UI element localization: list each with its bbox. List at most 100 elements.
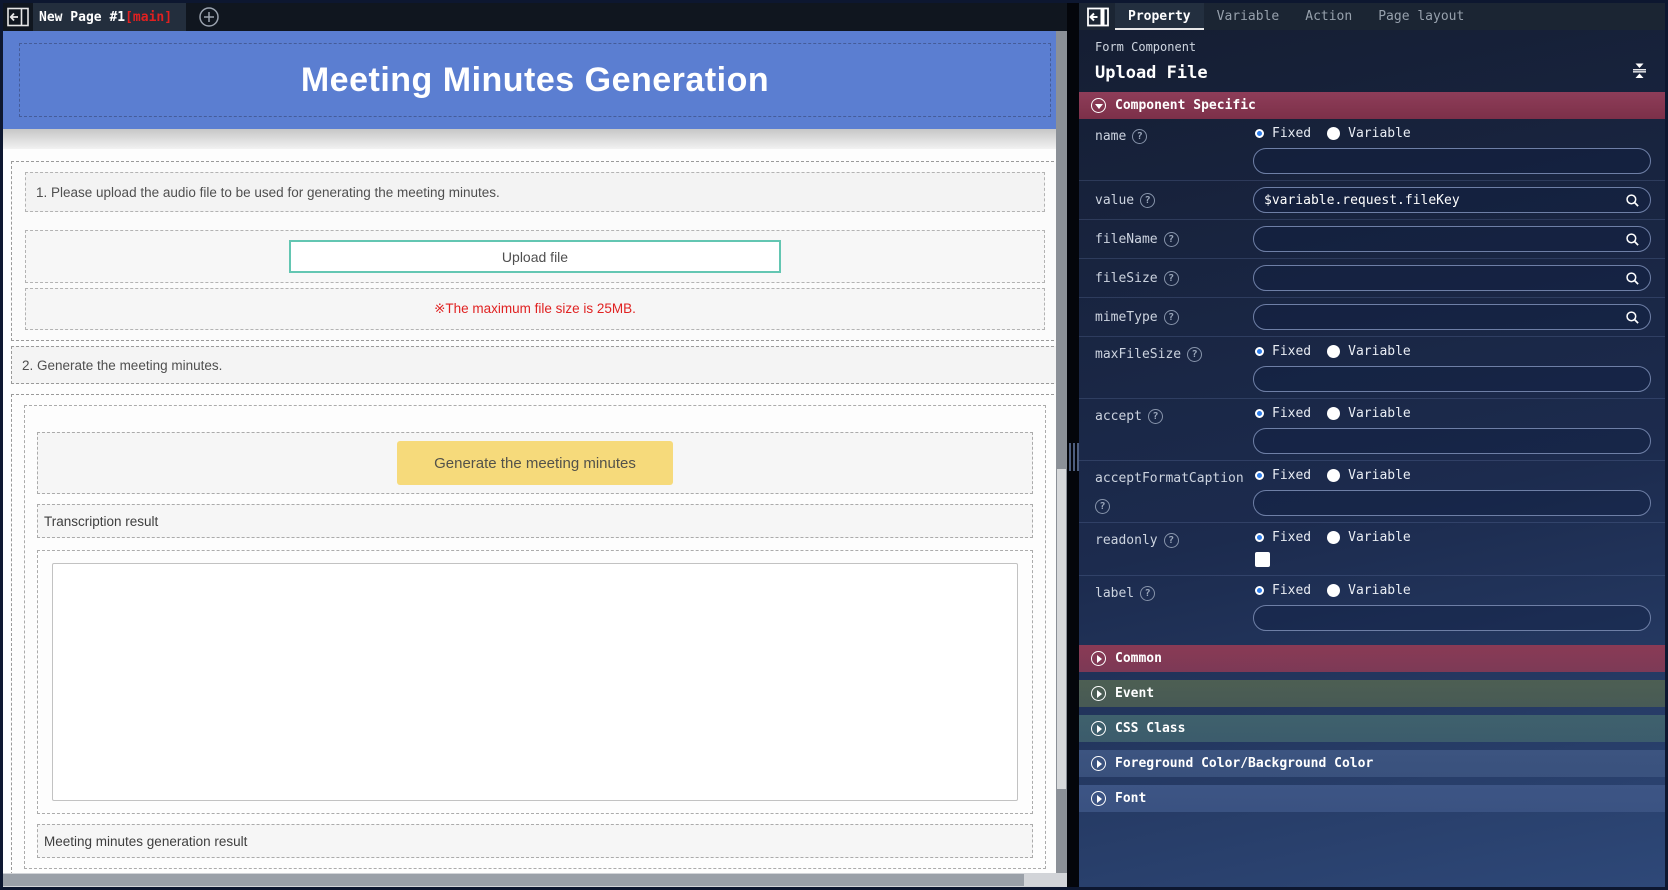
radio-fixed-selected[interactable] [1255, 586, 1264, 595]
generate-row[interactable]: Generate the meeting minutes [37, 432, 1033, 494]
form-page: 1. Please upload the audio file to be us… [3, 149, 1067, 880]
help-icon[interactable]: ? [1140, 586, 1156, 601]
transcription-area-container[interactable] [37, 550, 1033, 814]
collapse-all-icon[interactable] [1630, 61, 1649, 84]
mimeType-input[interactable] [1253, 304, 1651, 330]
radio-fixed-selected[interactable] [1255, 471, 1264, 480]
help-icon[interactable]: ? [1163, 533, 1179, 548]
upload-row[interactable]: Upload file [25, 230, 1045, 283]
tab-variable[interactable]: Variable [1204, 3, 1293, 30]
help-icon[interactable]: ? [1140, 193, 1156, 208]
field-label-text: accept [1095, 409, 1142, 424]
property-row-maxFileSize: maxFileSize? Fixed Variable [1079, 336, 1665, 398]
help-icon[interactable]: ? [1132, 129, 1148, 144]
fileSize-input[interactable] [1253, 265, 1651, 291]
field-label-text: acceptFormatCaption [1095, 471, 1244, 486]
upload-file-button[interactable]: Upload file [289, 240, 781, 273]
search-icon[interactable] [1625, 232, 1640, 247]
section-foreground-color-background-color[interactable]: Foreground Color/Background Color [1079, 750, 1665, 777]
instruction-2[interactable]: 2. Generate the meeting minutes. [11, 346, 1059, 384]
search-icon[interactable] [1625, 271, 1640, 286]
field-label-name: name? [1095, 125, 1253, 174]
section-1-container[interactable]: 1. Please upload the audio file to be us… [11, 161, 1059, 341]
help-icon[interactable]: ? [1187, 347, 1203, 362]
section-component-specific[interactable]: Component Specific [1079, 92, 1665, 119]
help-icon[interactable]: ? [1095, 499, 1110, 514]
fixed-variable-radio-group: Fixed Variable [1255, 583, 1651, 598]
search-icon[interactable] [1625, 310, 1640, 325]
radio-variable[interactable] [1327, 584, 1341, 597]
radio-label-fixed: Fixed [1272, 126, 1312, 141]
panel-splitter[interactable] [1067, 3, 1079, 887]
radio-variable[interactable] [1327, 127, 1341, 140]
label-input[interactable] [1253, 605, 1651, 631]
section-common[interactable]: Common [1079, 645, 1665, 672]
field-control-accept: Fixed Variable [1253, 405, 1651, 454]
field-label-fileSize: fileSize? [1095, 267, 1253, 289]
generate-button-label: Generate the meeting minutes [434, 454, 636, 472]
value-value: $variable.request.fileKey [1264, 192, 1460, 208]
minutes-label-text: Meeting minutes generation result [44, 833, 248, 849]
fixed-variable-radio-group: Fixed Variable [1255, 126, 1651, 141]
radio-variable[interactable] [1327, 469, 1341, 482]
transcription-label-text: Transcription result [44, 513, 159, 529]
radio-fixed-selected[interactable] [1255, 409, 1264, 418]
radio-label-variable: Variable [1348, 530, 1411, 545]
panel-toggle-icon[interactable] [1087, 7, 1109, 27]
radio-fixed-selected[interactable] [1255, 347, 1264, 356]
tab-property[interactable]: Property [1115, 3, 1204, 30]
splitter-grip-icon[interactable] [1069, 443, 1079, 471]
field-label-acceptFormatCaption: acceptFormatCaption? [1095, 467, 1253, 516]
radio-label-variable: Variable [1348, 126, 1411, 141]
section-css-class[interactable]: CSS Class [1079, 715, 1665, 742]
section-2-inner[interactable]: Generate the meeting minutes Transcripti… [24, 405, 1046, 869]
tab-page-layout[interactable]: Page layout [1365, 3, 1477, 30]
property-row-label: label? Fixed Variable [1079, 575, 1665, 637]
radio-fixed-selected[interactable] [1255, 129, 1264, 138]
radio-variable[interactable] [1327, 345, 1341, 358]
canvas-horizontal-scrollbar[interactable] [3, 873, 1067, 887]
help-icon[interactable]: ? [1147, 409, 1163, 424]
help-icon[interactable]: ? [1163, 232, 1179, 247]
fixed-variable-radio-group: Fixed Variable [1255, 468, 1651, 483]
tab-action[interactable]: Action [1292, 3, 1365, 30]
property-row-name: name? Fixed Variable [1079, 119, 1665, 180]
generate-button[interactable]: Generate the meeting minutes [397, 441, 673, 485]
vertical-scroll-thumb[interactable] [1057, 468, 1066, 789]
value-input[interactable]: $variable.request.fileKey [1253, 187, 1651, 213]
readonly-checkbox[interactable] [1255, 552, 1270, 567]
page-tab[interactable]: New Page #1 [main] [33, 3, 187, 31]
accept-input[interactable] [1253, 428, 1651, 454]
radio-fixed-selected[interactable] [1255, 533, 1264, 542]
sidebar-toggle-icon[interactable] [3, 7, 33, 27]
panel-tab-bar: Property Variable Action Page layout [1079, 3, 1665, 30]
property-rows: name? Fixed Variable value? $variable.reques… [1079, 119, 1665, 637]
radio-variable[interactable] [1327, 407, 1341, 420]
search-icon[interactable] [1625, 193, 1640, 208]
maxFileSize-input[interactable] [1253, 366, 1651, 392]
help-icon[interactable]: ? [1163, 310, 1179, 325]
radio-variable[interactable] [1327, 531, 1341, 544]
instruction-1[interactable]: 1. Please upload the audio file to be us… [25, 172, 1045, 212]
section-label: CSS Class [1115, 721, 1186, 736]
title-banner[interactable]: Meeting Minutes Generation [3, 31, 1067, 129]
transcription-label[interactable]: Transcription result [37, 504, 1033, 538]
radio-label-fixed: Fixed [1272, 406, 1312, 421]
file-size-note[interactable]: ※The maximum file size is 25MB. [25, 288, 1045, 330]
canvas-vertical-scrollbar[interactable] [1056, 31, 1067, 873]
field-label-label: label? [1095, 582, 1253, 631]
name-input[interactable] [1253, 148, 1651, 174]
add-page-icon[interactable] [198, 6, 220, 28]
horizontal-scroll-thumb[interactable] [3, 874, 1025, 886]
acceptFormatCaption-input[interactable] [1253, 490, 1651, 516]
section-2-container[interactable]: Generate the meeting minutes Transcripti… [11, 394, 1059, 880]
section-font[interactable]: Font [1079, 785, 1665, 812]
section-event[interactable]: Event [1079, 680, 1665, 707]
page-tab-bar: New Page #1 [main] [3, 3, 1067, 31]
fileName-input[interactable] [1253, 226, 1651, 252]
help-icon[interactable]: ? [1163, 271, 1179, 286]
property-row-accept: accept? Fixed Variable [1079, 398, 1665, 460]
chevron-down-circle-icon [1091, 98, 1106, 113]
minutes-label[interactable]: Meeting minutes generation result [37, 824, 1033, 858]
transcription-textarea[interactable] [52, 563, 1018, 801]
